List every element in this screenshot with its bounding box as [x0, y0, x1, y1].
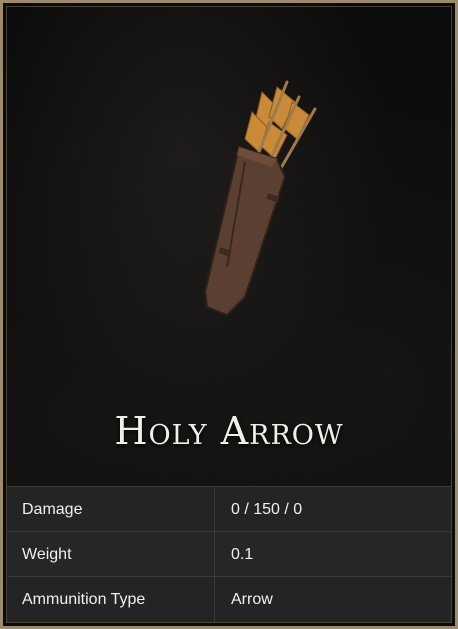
- stat-label: Damage: [22, 501, 83, 518]
- stat-label: Ammunition Type: [22, 591, 146, 608]
- stat-divider: [214, 532, 215, 577]
- stat-row-ammunition-type: Ammunition Type Arrow: [7, 576, 451, 622]
- stats-table: Damage 0 / 150 / 0 Weight 0.1 Ammunition…: [7, 486, 451, 622]
- stat-value: 0.1: [231, 546, 254, 563]
- quiver-icon: [203, 80, 317, 317]
- stat-row-weight: Weight 0.1: [7, 531, 451, 577]
- item-card: Holy Arrow Damage 0 / 150 / 0 Weight 0.1…: [0, 0, 458, 629]
- item-card-inner: Holy Arrow Damage 0 / 150 / 0 Weight 0.1…: [6, 6, 452, 623]
- stat-row-damage: Damage 0 / 150 / 0: [7, 486, 451, 532]
- item-title: Holy Arrow: [114, 409, 344, 453]
- stat-label: Weight: [22, 546, 72, 563]
- stat-divider: [214, 577, 215, 622]
- item-image-area: Holy Arrow: [7, 7, 451, 486]
- stat-divider: [214, 487, 215, 532]
- stat-value: Arrow: [231, 591, 273, 608]
- stat-value: 0 / 150 / 0: [231, 501, 303, 518]
